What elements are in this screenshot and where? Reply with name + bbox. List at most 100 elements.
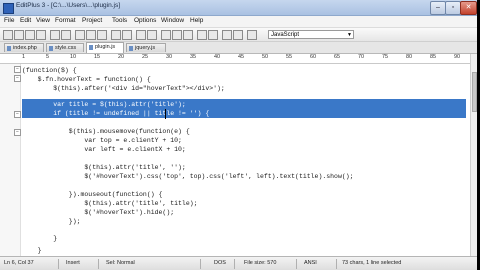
- print-preview-icon[interactable]: [61, 30, 71, 40]
- file-size: File size: 570: [244, 260, 277, 266]
- maximize-button[interactable]: ▫: [445, 1, 461, 15]
- title-bar: EditPlus 3 - [C:\...\Users\...\plugin.js…: [0, 0, 477, 16]
- spell-check-icon[interactable]: [208, 30, 218, 40]
- window-title: EditPlus 3 - [C:\...\Users\...\plugin.js…: [16, 2, 121, 9]
- code-line-15: }).mouseout(function() {: [22, 191, 163, 198]
- menu-window[interactable]: Window: [161, 17, 184, 24]
- language-select[interactable]: JavaScript ▼: [268, 30, 354, 39]
- tab-style-css[interactable]: style.css: [46, 43, 84, 52]
- ruler-mark: 80: [406, 54, 413, 60]
- fold-toggle-icon[interactable]: −: [14, 75, 21, 82]
- fold-toggle-icon[interactable]: −: [14, 66, 21, 73]
- tab-label: jquery.js: [135, 45, 156, 51]
- tab-plugin-js[interactable]: plugin.js: [86, 42, 124, 53]
- code-line-5: var title = $(this).attr('title');: [22, 101, 186, 108]
- ruler-mark: 65: [334, 54, 341, 60]
- code-line-16: $(this).attr('title', title);: [22, 200, 198, 207]
- word-wrap-icon[interactable]: [172, 30, 182, 40]
- code-editor[interactable]: − − − − (function($) { $.fn.hoverText = …: [0, 64, 470, 256]
- ruler-mark: 10: [70, 54, 77, 60]
- editor-window: EditPlus 3 - [C:\...\Users\...\plugin.js…: [0, 0, 477, 270]
- replace-icon[interactable]: [147, 30, 157, 40]
- menu-format[interactable]: Format: [55, 17, 76, 24]
- new-file-icon[interactable]: [3, 30, 13, 40]
- ruler-mark: 40: [214, 54, 221, 60]
- settings-icon[interactable]: [247, 30, 257, 40]
- code-line-8: $(this).mousemove(function(e) {: [22, 128, 190, 135]
- menu-tools[interactable]: Tools: [112, 17, 127, 24]
- menu-file[interactable]: File: [4, 17, 14, 24]
- vertical-scrollbar[interactable]: [470, 54, 477, 256]
- menu-bar: File Edit View Format Project Tools Opti…: [0, 16, 477, 28]
- code-line-23: }: [22, 247, 42, 254]
- menu-options[interactable]: Options: [134, 17, 156, 24]
- tab-label: plugin.js: [95, 44, 116, 50]
- ruler-mark: 5: [46, 54, 50, 60]
- ruler-icon[interactable]: [183, 30, 193, 40]
- close-button[interactable]: ✕: [460, 1, 477, 15]
- tab-label: index.php: [13, 45, 37, 51]
- ruler-mark: 1: [22, 54, 26, 60]
- code-line-10: var left = e.clientX + 10;: [22, 146, 186, 153]
- ruler-mark: 25: [142, 54, 149, 60]
- tab-label: style.css: [55, 45, 77, 51]
- status-divider: [200, 259, 201, 269]
- status-divider: [296, 259, 297, 269]
- tab-jquery-js[interactable]: jquery.js: [126, 43, 166, 52]
- save-icon[interactable]: [25, 30, 35, 40]
- file-icon: [89, 45, 93, 50]
- menu-view[interactable]: View: [36, 17, 50, 24]
- redo-icon[interactable]: [122, 30, 132, 40]
- code-line-12: $(this).attr('title', '');: [22, 164, 186, 171]
- find-icon[interactable]: [136, 30, 146, 40]
- code-line-21: }: [22, 235, 58, 242]
- copy-icon[interactable]: [86, 30, 96, 40]
- menu-help[interactable]: Help: [190, 17, 203, 24]
- ruler-mark: 30: [166, 54, 173, 60]
- directory-icon[interactable]: [233, 30, 243, 40]
- file-icon: [7, 46, 11, 51]
- code-line-3: $(this).after('<div id="hoverText"></div…: [22, 85, 225, 92]
- cut-icon[interactable]: [75, 30, 85, 40]
- menu-project[interactable]: Project: [82, 17, 102, 24]
- selection-mode: Sel: Normal: [106, 260, 135, 266]
- fold-toggle-icon[interactable]: −: [14, 129, 21, 136]
- paste-icon[interactable]: [97, 30, 107, 40]
- browser-icon[interactable]: [197, 30, 207, 40]
- cursor-position: Ln 6, Col 37: [4, 260, 34, 266]
- code-line-1: (function($) {: [22, 67, 77, 74]
- ruler-mark: 50: [262, 54, 269, 60]
- minimize-button[interactable]: –: [430, 1, 446, 15]
- undo-icon[interactable]: [111, 30, 121, 40]
- ruler-mark: 75: [382, 54, 389, 60]
- status-divider: [336, 259, 337, 269]
- save-all-icon[interactable]: [36, 30, 46, 40]
- ruler-mark: 85: [430, 54, 437, 60]
- line-ending: DOS: [214, 260, 226, 266]
- editor-gutter: − − − −: [0, 64, 21, 256]
- app-icon: [3, 3, 14, 14]
- status-divider: [234, 259, 235, 269]
- ruler-mark: 55: [286, 54, 293, 60]
- ruler-mark: 90: [454, 54, 461, 60]
- text-cursor: [165, 109, 170, 119]
- insert-mode: Insert: [66, 260, 80, 266]
- code-line-6: if (title != undefined || title != '') {: [22, 110, 210, 117]
- print-icon[interactable]: [50, 30, 60, 40]
- tab-index-php[interactable]: index.php: [4, 43, 44, 52]
- cliptext-icon[interactable]: [222, 30, 232, 40]
- language-value: JavaScript: [271, 32, 300, 38]
- status-divider: [98, 259, 99, 269]
- ruler-mark: 70: [358, 54, 365, 60]
- status-bar: Ln 6, Col 37 Insert Sel: Normal DOS File…: [0, 256, 477, 270]
- open-file-icon[interactable]: [14, 30, 24, 40]
- chevron-down-icon: ▼: [347, 32, 352, 38]
- status-divider: [58, 259, 59, 269]
- toolbar: JavaScript ▼: [0, 28, 477, 42]
- menu-edit[interactable]: Edit: [20, 17, 31, 24]
- ruler-mark: 20: [118, 54, 125, 60]
- fold-toggle-icon[interactable]: −: [14, 111, 21, 118]
- file-icon: [49, 46, 53, 51]
- font-icon[interactable]: [161, 30, 171, 40]
- code-line-17: $('#hoverText').hide();: [22, 209, 175, 216]
